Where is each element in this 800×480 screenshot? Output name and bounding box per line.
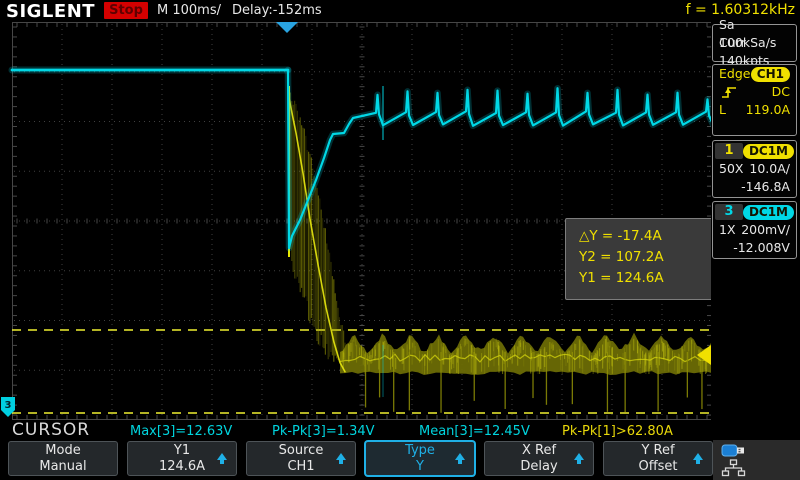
softkey-yref[interactable]: Y Ref Offset [603,441,713,476]
up-arrow-icon [455,453,465,464]
timebase-readout: M 100ms/ [157,3,221,18]
measurement-mean3: Mean[3]=12.45V [419,424,530,439]
cursor-delta-y: △Y = -17.4A [579,228,662,244]
trigger-panel[interactable]: Edge CH1 DC L 119.0A [712,64,797,136]
up-arrow-icon [217,453,227,464]
cursor-readout-box: △Y = -17.4A Y2 = 107.2A Y1 = 124.6A [565,218,716,300]
up-arrow-icon [693,453,703,464]
trigger-position-icon[interactable] [276,22,298,33]
cursor-y2: Y2 = 107.2A [579,249,664,265]
channel1-tab[interactable]: 1 [715,143,743,159]
up-arrow-icon [336,453,346,464]
run-state-badge[interactable]: Stop [104,2,148,19]
channel1-coupling-badge: DC1M [742,143,794,159]
softkey-source[interactable]: Source CH1 [246,441,356,476]
channel3-scale: 200mV/ [741,222,790,237]
channel3-tab[interactable]: 3 [715,204,743,220]
sidebar: Sa 100kSa/s Curr 140kpts Edge CH1 DC L 1… [711,17,800,440]
channel1-scale: 10.0A/ [749,161,790,176]
measurement-pkpk3: Pk-Pk[3]=1.34V [272,424,375,439]
memory-depth: Curr 140kpts [719,35,770,68]
channel1-probe: 50X [719,161,744,176]
softkey-type[interactable]: Type Y [365,441,475,476]
cursor-y1: Y1 = 124.6A [579,270,664,286]
up-arrow-icon [574,453,584,464]
softkey-y1[interactable]: Y1 124.6A [127,441,237,476]
rising-edge-icon [722,86,736,98]
trigger-level-value: 119.0A [745,102,790,117]
softkey-xref[interactable]: X Ref Delay [484,441,594,476]
usb-icon [721,444,744,457]
trigger-delay-readout: Delay:-152ms [232,3,322,18]
trigger-level-label: L [719,102,726,117]
softkey-mode[interactable]: Mode Manual [8,441,118,476]
channel3-offset: -12.008V [733,240,790,255]
channel3-probe: 1X [719,222,736,237]
measurement-max3: Max[3]=12.63V [130,424,233,439]
channel3-panel[interactable]: 3 DC1M 1X 200mV/ -12.008V [712,201,797,259]
menu-title: CURSOR [12,420,91,440]
channel3-position-label: 3 [5,400,12,411]
brand-logo: SIGLENT [6,1,96,22]
channel1-panel[interactable]: 1 DC1M 50X 10.0A/ -146.8A [712,140,797,198]
oscilloscope-screen: SIGLENT Stop M 100ms/ Delay:-152ms f = 1… [0,0,800,480]
acquisition-panel: Sa 100kSa/s Curr 140kpts [712,17,797,68]
channel3-coupling-badge: DC1M [742,204,794,220]
channel1-offset: -146.8A [741,179,790,194]
trigger-mode: Edge [719,66,751,81]
trigger-coupling: DC [771,84,790,99]
trigger-source-badge[interactable]: CH1 [750,66,790,82]
status-icon-panel [713,440,800,480]
lan-icon [721,459,746,477]
measurement-pkpk1: Pk-Pk[1]>62.80A [562,424,673,439]
